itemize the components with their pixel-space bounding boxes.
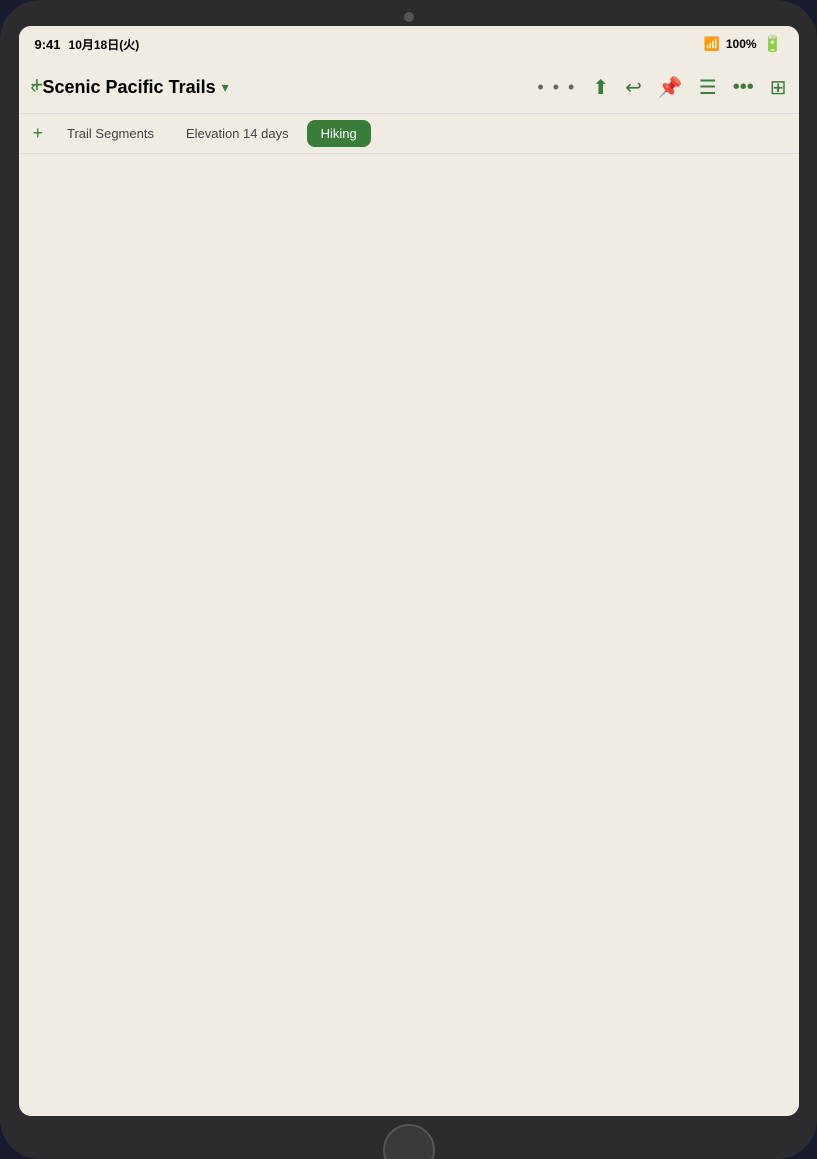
status-date: 10月18日(火) xyxy=(69,36,140,53)
list-button[interactable]: ☰ xyxy=(699,75,717,100)
more-options-button[interactable]: ••• xyxy=(733,76,754,99)
pin-button[interactable]: 📌 xyxy=(658,75,683,100)
wifi-icon: 📶 xyxy=(704,36,720,52)
panel-button[interactable]: ⊞ xyxy=(770,75,787,100)
toolbar: ‹ Scenic Pacific Trails ▾ • • • ⬆ ↩ 📌 ☰ … xyxy=(19,62,799,114)
tab-elevation[interactable]: Elevation 14 days xyxy=(172,120,303,147)
screen: 9:41 10月18日(火) 📶 100% 🔋 ‹ Scenic Pacific… xyxy=(19,26,799,1116)
ipad-frame: 9:41 10月18日(火) 📶 100% 🔋 ‹ Scenic Pacific… xyxy=(0,0,817,1159)
status-time: 9:41 xyxy=(35,37,61,52)
title-chevron-icon[interactable]: ▾ xyxy=(222,79,229,96)
toolbar-more-icon: • • • xyxy=(537,77,576,98)
add-tab-button[interactable]: + xyxy=(27,119,50,148)
battery-level: 100% xyxy=(726,37,757,51)
home-button[interactable] xyxy=(383,1124,435,1159)
add-button[interactable]: + xyxy=(31,72,44,98)
share-button[interactable]: ⬆ xyxy=(592,75,609,100)
undo-button[interactable]: ↩ xyxy=(625,75,642,100)
tab-trail-segments[interactable]: Trail Segments xyxy=(53,120,168,147)
front-camera xyxy=(404,12,414,22)
tabs-bar: + Trail Segments Elevation 14 days Hikin… xyxy=(19,114,799,154)
document-title: Scenic Pacific Trails xyxy=(43,77,216,98)
tab-hiking[interactable]: Hiking xyxy=(307,120,371,147)
battery-icon: 🔋 xyxy=(763,34,783,54)
status-bar: 9:41 10月18日(火) 📶 100% 🔋 xyxy=(19,26,799,62)
